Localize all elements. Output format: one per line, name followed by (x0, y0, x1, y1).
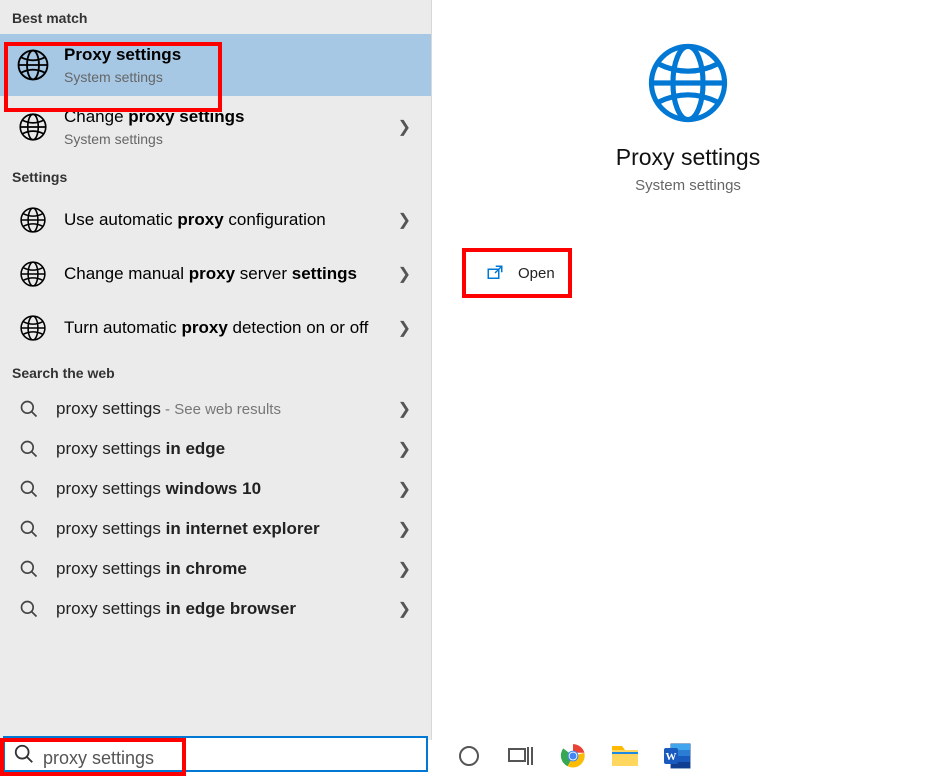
svg-text:W: W (666, 751, 677, 763)
search-icon (16, 559, 42, 579)
open-icon (486, 264, 504, 282)
globe-icon (16, 110, 50, 144)
globe-icon (16, 257, 50, 291)
web-result-proxy-settings[interactable]: proxy settings - See web results ❯ (0, 389, 431, 429)
result-change-manual-proxy[interactable]: Change manual proxy server settings ❯ (0, 247, 431, 301)
web-result-label: proxy settings in edge (42, 439, 392, 459)
chevron-right-icon[interactable]: ❯ (392, 519, 417, 539)
search-results-panel: Best match Proxy settings System setting… (0, 0, 432, 740)
section-settings: Settings (0, 159, 431, 193)
search-box[interactable] (3, 736, 428, 772)
chevron-right-icon[interactable]: ❯ (392, 599, 417, 619)
globe-icon (16, 203, 50, 237)
search-icon (16, 399, 42, 419)
search-input[interactable] (35, 748, 418, 769)
section-search-web: Search the web (0, 355, 431, 389)
search-icon (16, 479, 42, 499)
result-title: Turn automatic proxy detection on or off (64, 317, 392, 339)
globe-icon (16, 311, 50, 345)
file-explorer-icon[interactable] (610, 741, 640, 771)
best-match-proxy-settings[interactable]: Proxy settings System settings (0, 34, 431, 96)
search-icon (13, 743, 35, 765)
result-change-proxy-settings[interactable]: Change proxy settings System settings ❯ (0, 96, 431, 158)
globe-icon (645, 40, 731, 126)
result-subtitle: System settings (64, 68, 417, 86)
section-best-match: Best match (0, 0, 431, 34)
chevron-right-icon[interactable]: ❯ (392, 117, 417, 137)
result-title: Change manual proxy server settings (64, 263, 392, 285)
search-icon (16, 439, 42, 459)
globe-icon (16, 48, 50, 82)
result-title: Use automatic proxy configuration (64, 209, 392, 231)
search-icon (16, 519, 42, 539)
web-result-in-edge[interactable]: proxy settings in edge ❯ (0, 429, 431, 469)
chrome-icon[interactable] (558, 741, 588, 771)
web-result-label: proxy settings in internet explorer (42, 519, 392, 539)
chevron-right-icon[interactable]: ❯ (392, 318, 417, 338)
chevron-right-icon[interactable]: ❯ (392, 399, 417, 419)
web-result-in-chrome[interactable]: proxy settings in chrome ❯ (0, 549, 431, 589)
web-result-windows-10[interactable]: proxy settings windows 10 ❯ (0, 469, 431, 509)
web-result-label: proxy settings in edge browser (42, 599, 392, 619)
chevron-right-icon[interactable]: ❯ (392, 439, 417, 459)
task-view-icon[interactable] (506, 741, 536, 771)
detail-panel: Proxy settings System settings Open (432, 0, 944, 740)
open-action[interactable]: Open (462, 248, 572, 298)
web-result-internet-explorer[interactable]: proxy settings in internet explorer ❯ (0, 509, 431, 549)
search-icon (16, 599, 42, 619)
web-result-label: proxy settings windows 10 (42, 479, 392, 499)
web-result-in-edge-browser[interactable]: proxy settings in edge browser ❯ (0, 589, 431, 629)
result-title: Proxy settings (64, 44, 417, 66)
chevron-right-icon[interactable]: ❯ (392, 210, 417, 230)
open-label: Open (504, 265, 555, 282)
detail-title: Proxy settings (616, 144, 760, 171)
cortana-icon[interactable] (454, 741, 484, 771)
result-use-automatic-proxy[interactable]: Use automatic proxy configuration ❯ (0, 193, 431, 247)
chevron-right-icon[interactable]: ❯ (392, 559, 417, 579)
detail-subtitle: System settings (635, 177, 741, 194)
chevron-right-icon[interactable]: ❯ (392, 479, 417, 499)
taskbar: W (432, 736, 944, 776)
result-title: Change proxy settings (64, 106, 392, 128)
chevron-right-icon[interactable]: ❯ (392, 264, 417, 284)
result-subtitle: System settings (64, 130, 392, 148)
web-result-label: proxy settings in chrome (42, 559, 392, 579)
web-result-label: proxy settings - See web results (42, 399, 392, 419)
word-icon[interactable]: W (662, 741, 692, 771)
result-turn-automatic-proxy-detection[interactable]: Turn automatic proxy detection on or off… (0, 301, 431, 355)
